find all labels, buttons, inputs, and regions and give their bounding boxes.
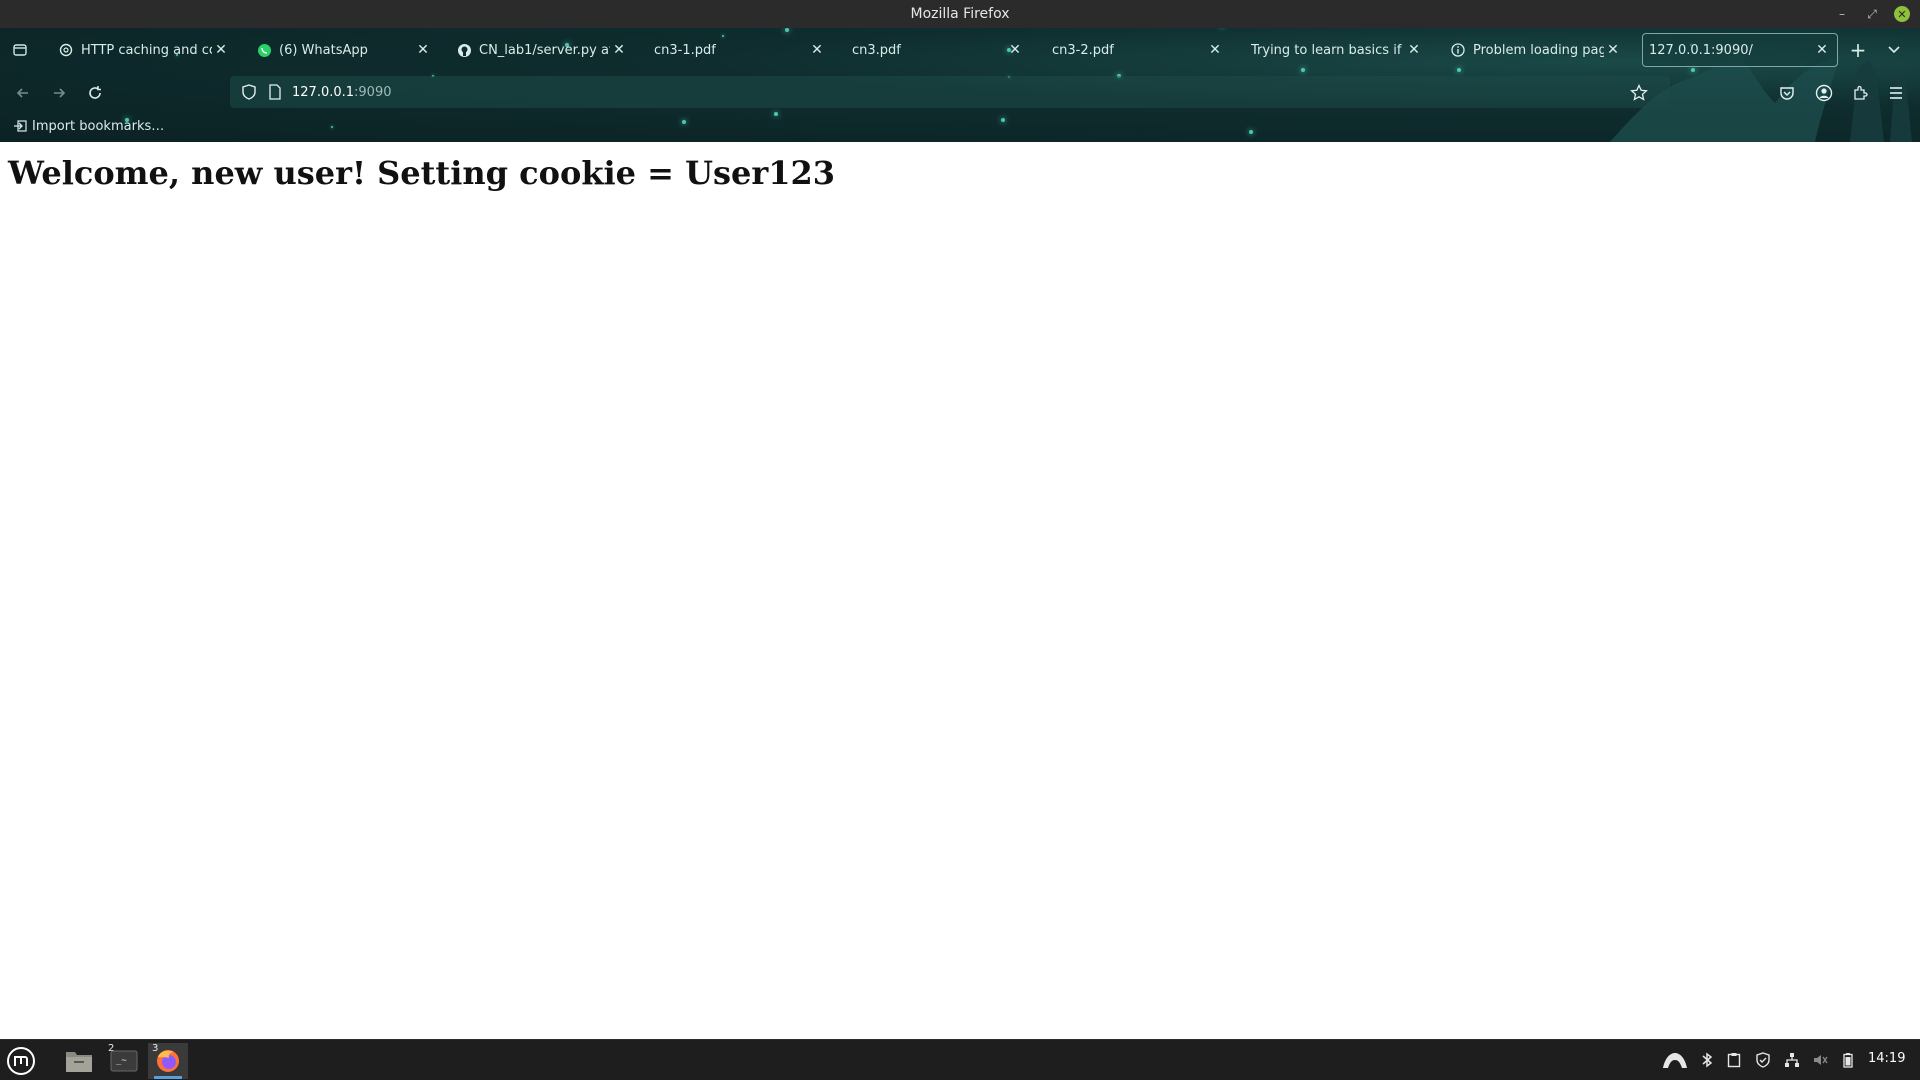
tab-problem-loading[interactable]: Problem loading page ✕ [1444,34,1628,66]
pocket-icon [1780,87,1794,100]
window-title: Mozilla Firefox [910,6,1010,22]
bookmarks-toolbar: Import bookmarks… [0,112,1920,142]
star-icon [1630,84,1648,101]
tab-cn3-2-pdf[interactable]: cn3-2.pdf ✕ [1046,34,1230,66]
page-heading: Welcome, new user! Setting cookie = User… [8,154,836,192]
tab-whatsapp[interactable]: (6) WhatsApp ✕ [250,34,438,66]
chevron-down-icon [1888,46,1900,54]
import-bookmarks-button[interactable]: Import bookmarks… [12,118,164,134]
close-tab-icon[interactable]: ✕ [212,41,230,59]
close-tab-icon[interactable]: ✕ [1206,41,1224,59]
navigation-toolbar: 127.0.0.1:9090 [0,72,1920,112]
bookmark-star-button[interactable] [1626,80,1652,106]
minimize-button[interactable]: – [1834,6,1850,22]
back-button[interactable] [10,80,36,106]
openai-icon [58,42,74,58]
tab-github[interactable]: CN_lab1/server.py at m ✕ [450,34,634,66]
folder-icon [66,1052,92,1072]
tab-http-caching[interactable]: HTTP caching and cooki ✕ [52,34,236,66]
arch-shape-icon [1663,1053,1687,1068]
reload-icon [89,86,101,99]
close-tab-icon[interactable]: ✕ [610,41,628,59]
whatsapp-icon [256,42,272,58]
tab-title: CN_lab1/server.py at m [479,42,610,58]
firefox-view-button[interactable] [8,38,32,62]
tray-app-icon[interactable] [1660,1048,1690,1072]
battery-tray-icon[interactable] [1836,1048,1860,1072]
info-icon [1450,42,1466,58]
window-controls: – ⤢ ✕ [1834,0,1910,28]
page-content: Welcome, new user! Setting cookie = User… [0,142,1920,1039]
window-titlebar: Mozilla Firefox – ⤢ ✕ [0,0,1920,28]
firefox-view-icon [13,44,27,56]
network-tray-icon[interactable] [1780,1048,1804,1072]
close-tab-icon[interactable]: ✕ [1405,41,1423,59]
account-button[interactable] [1811,80,1837,106]
tab-strip: HTTP caching and cooki ✕ (6) WhatsApp ✕ … [0,28,1920,72]
bluetooth-tray-icon[interactable] [1695,1048,1719,1072]
system-taskbar: 2 _~ 3 14:19 [0,1039,1920,1080]
mint-logo-icon [7,1047,35,1075]
maximize-button[interactable]: ⤢ [1864,6,1880,22]
tab-cn3-1-pdf[interactable]: cn3-1.pdf ✕ [648,34,832,66]
svg-text:_~: _~ [116,1056,127,1066]
close-window-button[interactable]: ✕ [1894,6,1910,22]
browser-chrome: HTTP caching and cooki ✕ (6) WhatsApp ✕ … [0,28,1920,142]
start-menu-button[interactable] [4,1044,38,1078]
shield-icon[interactable] [240,83,258,101]
clipboard-tray-icon[interactable] [1722,1048,1746,1072]
pocket-button[interactable] [1774,80,1800,106]
tab-title: Problem loading page [1473,42,1604,58]
close-tab-icon[interactable]: ✕ [1813,41,1831,59]
reload-button[interactable] [82,80,108,106]
tab-title: cn3-1.pdf [654,42,716,58]
window-count-badge: 2 [108,1043,115,1054]
arrow-left-icon [16,88,28,98]
import-bookmarks-label: Import bookmarks… [32,118,165,134]
tab-title: (6) WhatsApp [279,42,368,58]
tab-title: Trying to learn basics if HTT [1251,42,1405,58]
url-host: 127.0.0.1 [292,84,355,100]
taskbar-firefox[interactable]: 3 [148,1043,188,1079]
new-tab-button[interactable]: + [1846,38,1870,62]
tab-title: 127.0.0.1:9090/ [1649,42,1753,58]
close-tab-icon[interactable]: ✕ [414,41,432,59]
shield-tray-icon[interactable] [1751,1048,1775,1072]
github-icon [456,42,472,58]
tab-cn3-pdf[interactable]: cn3.pdf ✕ [846,34,1030,66]
close-tab-icon[interactable]: ✕ [808,41,826,59]
tab-title: cn3.pdf [852,42,901,58]
window-count-badge: 3 [152,1043,159,1054]
hamburger-menu-icon [1890,87,1902,99]
tab-title: cn3-2.pdf [1052,42,1114,58]
import-icon [12,118,28,134]
plus-icon: + [1849,38,1867,62]
extensions-button[interactable] [1847,80,1873,106]
arrow-right-icon [54,88,66,98]
account-icon [1815,84,1833,102]
taskbar-files[interactable] [59,1043,99,1079]
close-tab-icon[interactable]: ✕ [1006,41,1024,59]
volume-tray-icon[interactable] [1808,1048,1832,1072]
tab-trying-to-learn[interactable]: Trying to learn basics if HTT ✕ [1245,34,1429,66]
puzzle-icon [1854,85,1868,100]
url-port: :9090 [354,84,392,100]
tab-localhost-active[interactable]: 127.0.0.1:9090/ ✕ [1642,33,1838,67]
close-tab-icon[interactable]: ✕ [1604,41,1622,59]
forward-button[interactable] [46,80,72,106]
clock[interactable]: 14:19 [1868,1051,1905,1066]
page-icon[interactable] [266,83,284,101]
tab-title: HTTP caching and cooki [81,42,212,58]
taskbar-terminal[interactable]: 2 _~ [104,1043,144,1079]
address-bar[interactable]: 127.0.0.1:9090 [230,76,1670,108]
app-menu-button[interactable] [1883,80,1909,106]
list-all-tabs-button[interactable] [1882,38,1906,62]
